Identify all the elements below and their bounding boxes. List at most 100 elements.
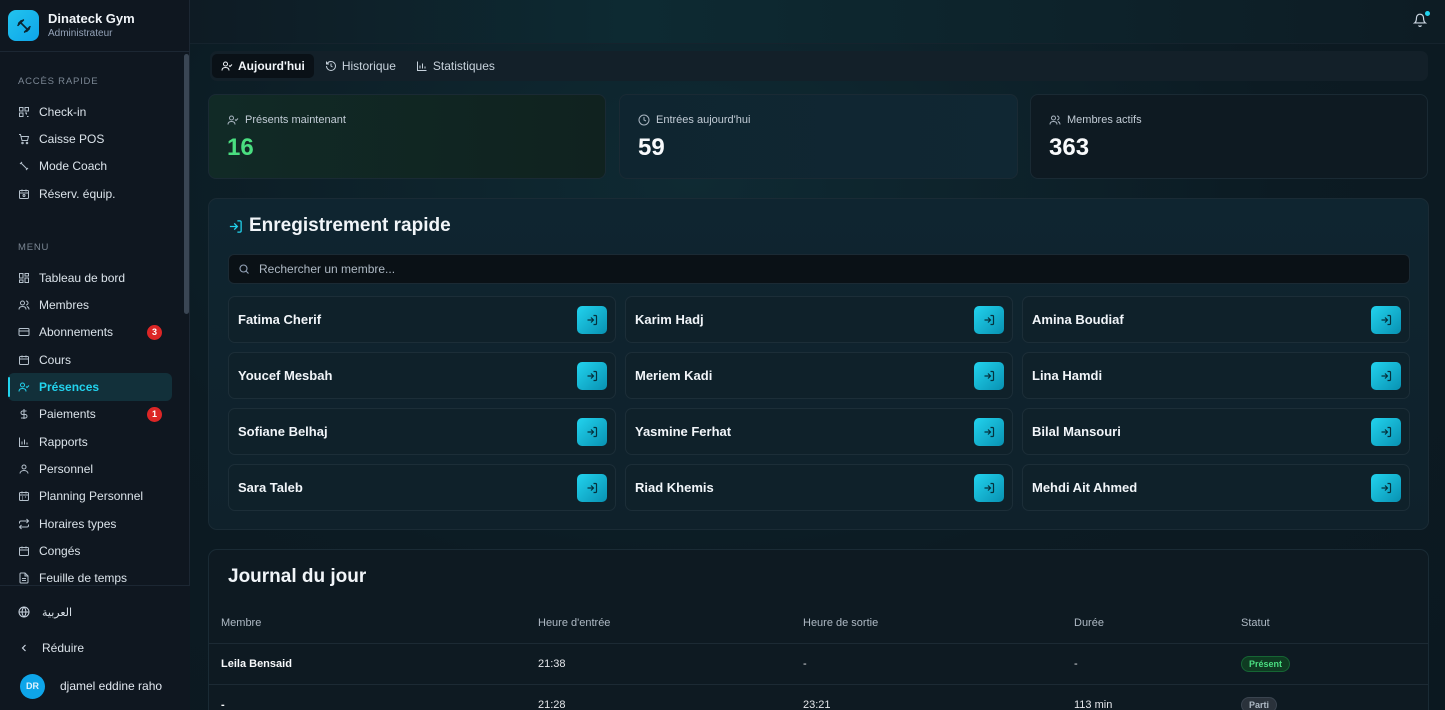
user-name: djamel eddine raho xyxy=(60,679,163,693)
log-in-icon xyxy=(229,219,242,233)
check-in-button[interactable] xyxy=(974,361,1004,390)
sidebar-item-planning-personnel[interactable]: Planning Personnel xyxy=(8,483,172,510)
log-in-icon xyxy=(984,482,995,493)
column-header[interactable]: Statut xyxy=(1241,604,1428,644)
check-in-button[interactable] xyxy=(1371,473,1401,502)
sidebar-scrollbar[interactable] xyxy=(184,54,189,314)
member-card[interactable]: Riad Khemis xyxy=(625,464,1013,511)
check-in-button[interactable] xyxy=(577,305,607,334)
check-in-button[interactable] xyxy=(974,417,1004,446)
brand-name: Dinateck Gym xyxy=(48,11,135,26)
brand-role: Administrateur xyxy=(48,28,113,39)
member-name: Yasmine Ferhat xyxy=(635,424,732,439)
member-name: Sara Taleb xyxy=(238,480,303,495)
sidebar-item-feuille-de-temps[interactable]: Feuille de temps xyxy=(8,564,172,585)
sidebar-item-conges[interactable]: Congés xyxy=(8,537,172,564)
stat-value: 16 xyxy=(227,134,254,161)
table-row[interactable]: - 21:28 23:21 113 min Parti xyxy=(209,684,1428,710)
stat-active-members: Membres actifs 363 xyxy=(1030,94,1428,179)
column-header[interactable]: Heure d'entrée xyxy=(538,604,803,644)
tab-label: Aujourd'hui xyxy=(238,59,305,73)
sidebar-item-tableau-de-bord[interactable]: Tableau de bord xyxy=(8,264,172,291)
member-card[interactable]: Bilal Mansouri xyxy=(1022,408,1410,455)
check-in-button[interactable] xyxy=(577,417,607,446)
stat-label: Entrées aujourd'hui xyxy=(656,114,751,126)
stat-present-now: Présents maintenant 16 xyxy=(208,94,606,179)
sidebar-item-label: Personnel xyxy=(39,461,94,476)
bar-chart-icon xyxy=(416,61,427,71)
check-in-button[interactable] xyxy=(1371,361,1401,390)
sidebar-item-abonnements[interactable]: Abonnements 3 xyxy=(8,319,172,346)
log-in-icon xyxy=(587,426,598,437)
sidebar-item-rapports[interactable]: Rapports xyxy=(8,428,172,455)
notification-dot xyxy=(1425,11,1430,16)
member-search-input[interactable] xyxy=(259,262,1409,276)
check-in-button[interactable] xyxy=(1371,417,1401,446)
column-header[interactable]: Membre xyxy=(209,604,538,644)
member-card[interactable]: Sara Taleb xyxy=(228,464,616,511)
topbar xyxy=(190,0,1445,44)
member-card[interactable]: Meriem Kadi xyxy=(625,352,1013,399)
stat-label: Présents maintenant xyxy=(245,114,346,126)
log-in-icon xyxy=(587,314,598,325)
sidebar-nav[interactable]: ACCÈS RAPIDE Check-in Caisse POS Mode Co… xyxy=(0,52,190,585)
member-card[interactable]: Amina Boudiaf xyxy=(1022,296,1410,343)
column-header[interactable]: Heure de sortie xyxy=(803,604,1074,644)
member-card[interactable]: Youcef Mesbah xyxy=(228,352,616,399)
check-in-button[interactable] xyxy=(974,305,1004,334)
notification-badge: 3 xyxy=(147,324,162,340)
brand[interactable]: Dinateck Gym Administrateur xyxy=(0,0,189,52)
tab-label: Statistiques xyxy=(432,59,495,73)
check-in-button[interactable] xyxy=(577,361,607,390)
member-card[interactable]: Fatima Cherif xyxy=(228,296,616,343)
search-icon xyxy=(239,264,249,274)
sidebar-item-reserv-equip[interactable]: Réserv. équip. xyxy=(8,180,172,207)
sidebar-item-horaires-types[interactable]: Horaires types xyxy=(8,510,172,537)
search-box xyxy=(228,254,1410,284)
sidebar-item-presences[interactable]: Présences xyxy=(8,373,172,401)
member-card[interactable]: Karim Hadj xyxy=(625,296,1013,343)
member-name: Karim Hadj xyxy=(635,312,704,327)
sidebar-item-membres[interactable]: Membres xyxy=(8,291,172,318)
language-switch[interactable]: العربية xyxy=(0,594,190,630)
log-in-icon xyxy=(1381,482,1392,493)
collapse-label: Réduire xyxy=(42,641,85,655)
log-in-icon xyxy=(984,426,995,437)
sidebar-item-cours[interactable]: Cours xyxy=(8,346,172,373)
stat-label: Membres actifs xyxy=(1067,114,1142,126)
tab-statistiques[interactable]: Statistiques xyxy=(407,54,504,78)
column-header[interactable]: Durée xyxy=(1074,604,1241,644)
sidebar-item-personnel[interactable]: Personnel xyxy=(8,455,172,482)
status-badge: Parti xyxy=(1241,696,1278,710)
member-card[interactable]: Mehdi Ait Ahmed xyxy=(1022,464,1410,511)
collapse-sidebar-button[interactable]: Réduire xyxy=(0,630,190,666)
user-icon xyxy=(19,464,29,474)
quick-access-title: ACCÈS RAPIDE xyxy=(18,76,99,87)
sidebar-item-label: Caisse POS xyxy=(39,131,105,146)
chevron-left-icon xyxy=(21,644,26,652)
tab-aujourdhui[interactable]: Aujourd'hui xyxy=(212,54,314,78)
member-name: Meriem Kadi xyxy=(635,368,713,383)
check-in-button[interactable] xyxy=(974,473,1004,502)
table-row[interactable]: Leila Bensaid 21:38 - - Présent xyxy=(209,643,1428,685)
member-card[interactable]: Yasmine Ferhat xyxy=(625,408,1013,455)
check-in-button[interactable] xyxy=(577,473,607,502)
log-in-icon xyxy=(1381,370,1392,381)
sidebar-item-check-in[interactable]: Check-in xyxy=(8,98,172,125)
check-in-button[interactable] xyxy=(1371,305,1401,334)
user-menu[interactable]: DR djamel eddine raho xyxy=(0,666,190,706)
table-header-row: Membre Heure d'entrée Heure de sortie Du… xyxy=(209,604,1428,644)
member-card[interactable]: Lina Hamdi xyxy=(1022,352,1410,399)
sidebar-item-label: Rapports xyxy=(39,434,88,449)
repeat-icon xyxy=(18,518,30,529)
status-badge: Présent xyxy=(1241,655,1291,672)
log-in-icon xyxy=(1381,426,1392,437)
member-name: Mehdi Ait Ahmed xyxy=(1032,480,1138,495)
sidebar-item-paiements[interactable]: Paiements 1 xyxy=(8,401,172,428)
member-card[interactable]: Sofiane Belhaj xyxy=(228,408,616,455)
cell-member: - xyxy=(209,684,538,710)
sidebar-item-label: Planning Personnel xyxy=(39,489,144,504)
sidebar-item-caisse-pos[interactable]: Caisse POS xyxy=(8,125,172,152)
sidebar-item-mode-coach[interactable]: Mode Coach xyxy=(8,153,172,180)
tab-historique[interactable]: Historique xyxy=(316,54,405,78)
